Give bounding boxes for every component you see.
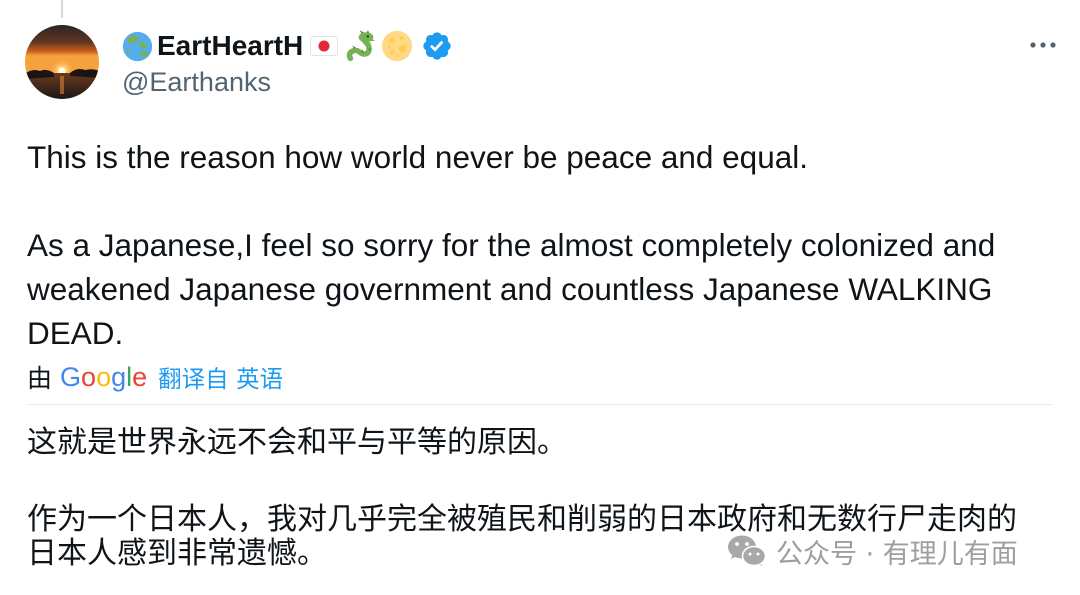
translated-text-line: 这就是世界永远不会和平与平等的原因。	[27, 425, 567, 460]
google-logo: Google	[60, 362, 147, 393]
more-options-button[interactable]	[1028, 36, 1058, 54]
tweet-text-line: DEAD.	[27, 315, 124, 351]
translation-divider	[27, 404, 1052, 405]
sunset-avatar-image	[25, 25, 99, 99]
watermark-text: 公众号 · 有理儿有面	[776, 538, 1018, 570]
translation-credit: 由 Google 翻译自 英语	[27, 360, 283, 394]
verified-badge-icon[interactable]	[421, 30, 453, 62]
tweet-paragraph: As a Japanese,I feel so sorry for the al…	[27, 223, 995, 355]
tweet-text-line: weakened Japanese government and countle…	[27, 271, 993, 307]
author-name-row: EartHeartH	[122, 29, 453, 63]
author-display-name[interactable]: EartHeartH	[157, 29, 303, 63]
author-handle[interactable]: @Earthanks	[122, 67, 271, 97]
google-logo-letter: g	[111, 361, 127, 392]
google-logo-letter: e	[132, 361, 148, 392]
tweet-text: This is the reason how world never be pe…	[27, 135, 995, 355]
wechat-icon	[728, 535, 767, 567]
more-horizontal-icon	[1030, 42, 1056, 48]
full-moon-emoji	[382, 30, 413, 62]
thread-connector-line	[61, 0, 63, 18]
flag-japan-emoji	[310, 36, 339, 56]
tweet-text-line: As a Japanese,I feel so sorry for the al…	[27, 227, 996, 263]
globe-asia-australia-emoji	[122, 31, 153, 61]
dragon-emoji	[347, 29, 376, 61]
author-avatar[interactable]	[25, 25, 99, 99]
google-logo-letter: G	[60, 361, 82, 392]
translation-credit-prefix: 由	[27, 364, 53, 393]
google-logo-letter: o	[96, 361, 112, 392]
wechat-watermark: 公众号 · 有理儿有面	[727, 532, 1018, 570]
tweet-paragraph: This is the reason how world never be pe…	[27, 135, 995, 179]
google-logo-letter: o	[81, 361, 97, 392]
translated-paragraph: 这就是世界永远不会和平与平等的原因。	[27, 426, 1017, 460]
tweet-text-line: This is the reason how world never be pe…	[27, 139, 808, 175]
translated-from-link[interactable]: 翻译自 英语	[158, 360, 283, 394]
